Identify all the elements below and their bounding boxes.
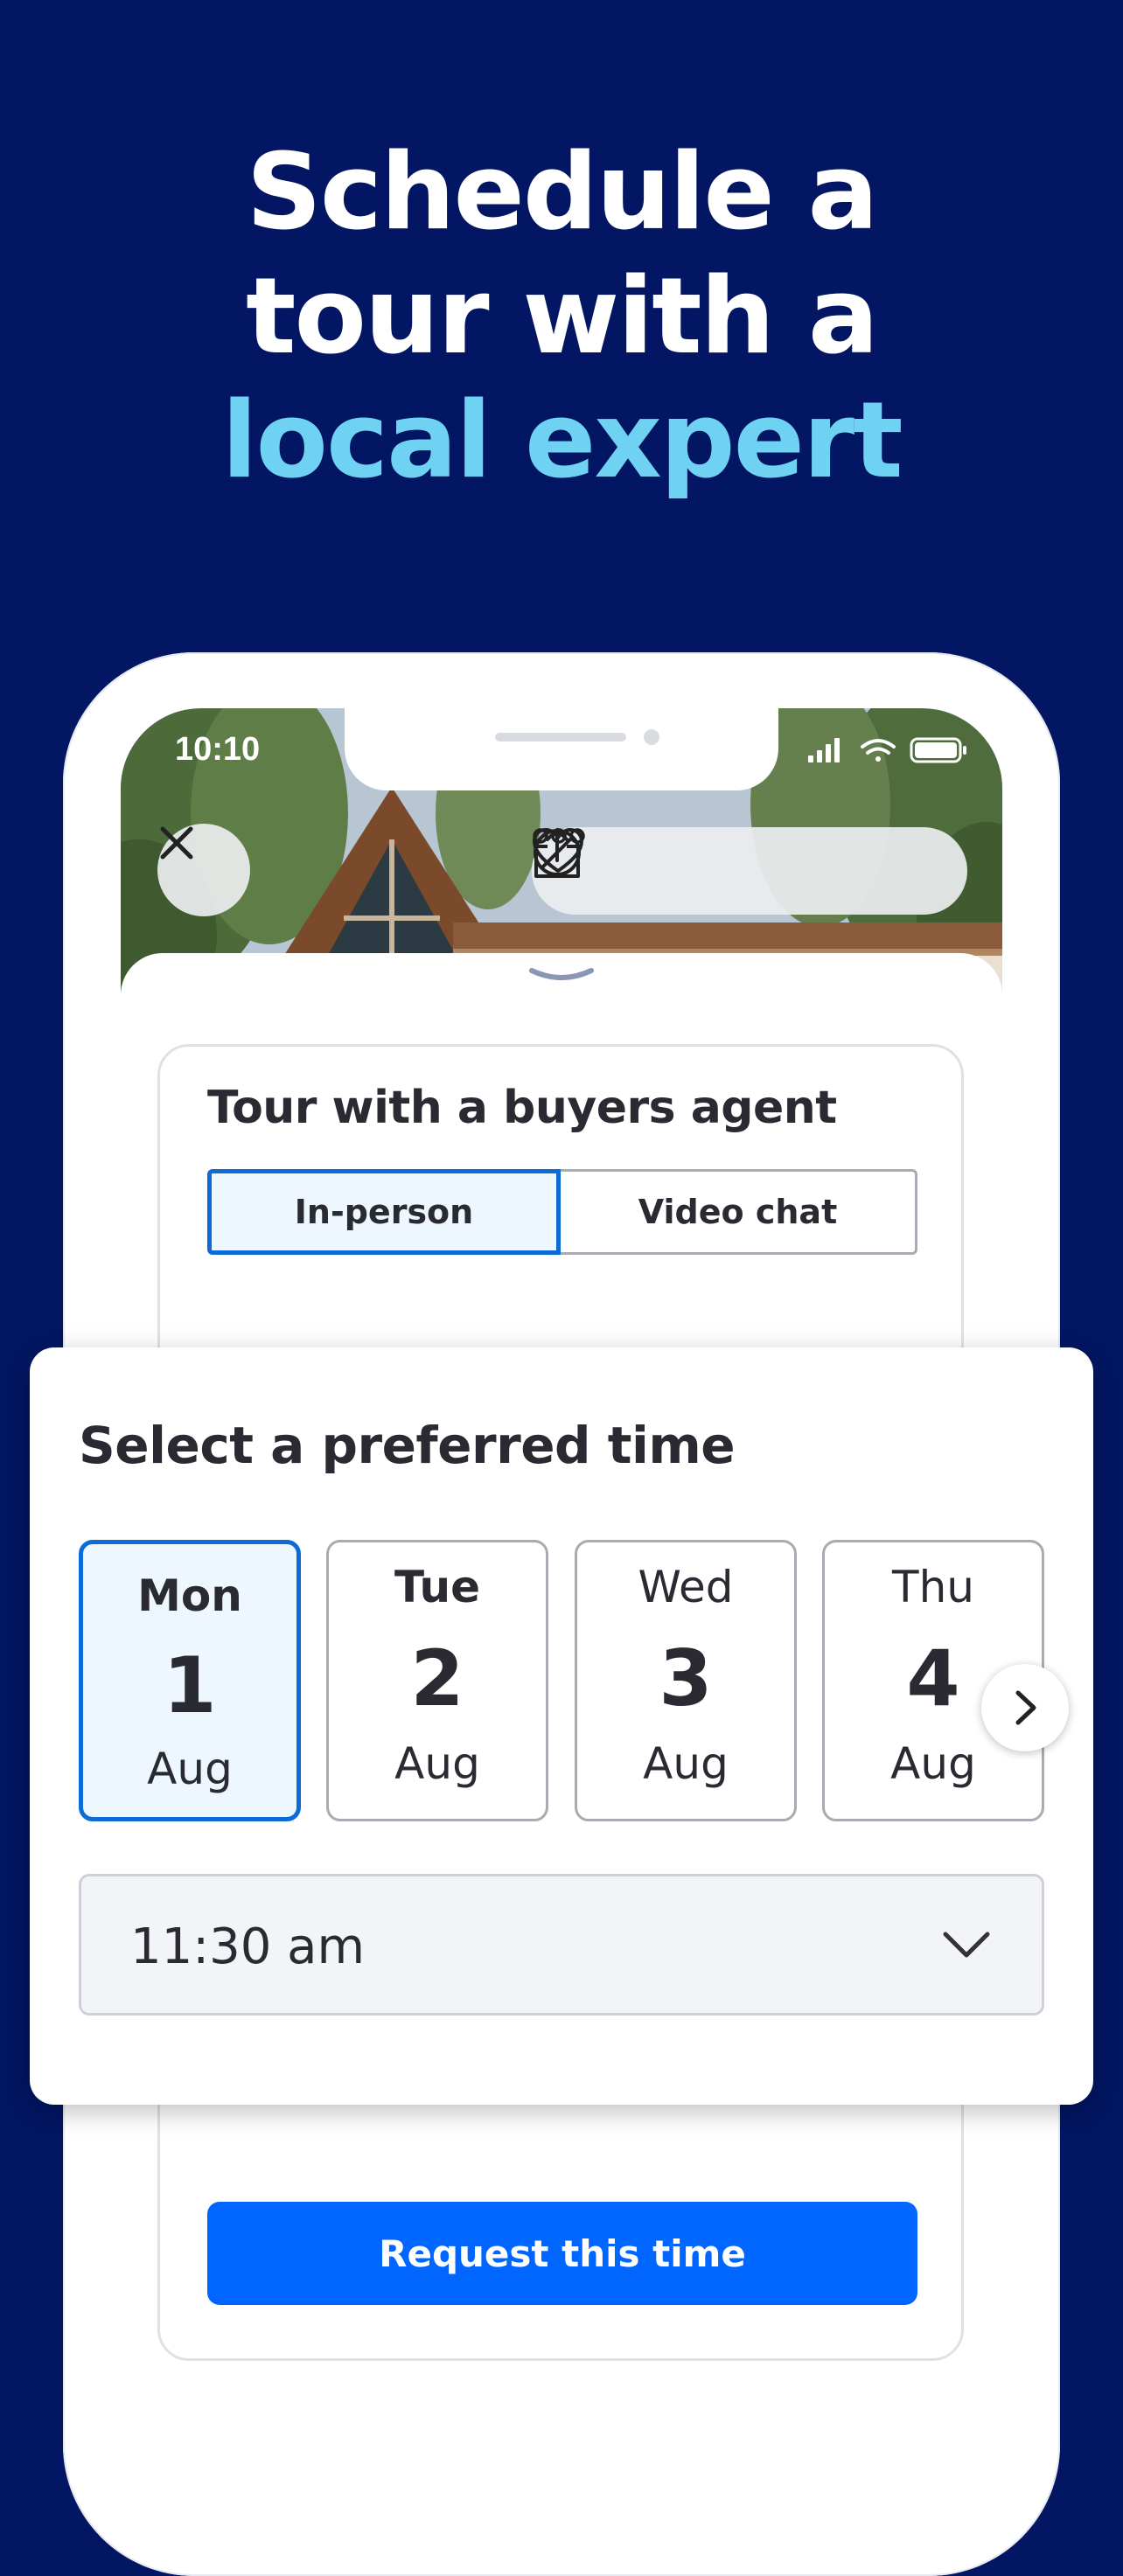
time-picker-title: Select a preferred time: [79, 1416, 736, 1475]
phone-notch: [345, 708, 778, 790]
time-dropdown-value: 11:30 am: [130, 1918, 366, 1975]
status-time: 10:10: [175, 731, 261, 768]
headline-line-1: Schedule a: [246, 132, 879, 254]
front-camera: [644, 729, 659, 745]
share-button[interactable]: [534, 828, 729, 902]
speaker-grille: [495, 733, 626, 741]
request-time-button[interactable]: Request this time: [207, 2202, 917, 2305]
day-month: Aug: [643, 1738, 729, 1789]
next-days-button[interactable]: [981, 1664, 1069, 1751]
photo-actions: [532, 827, 967, 915]
day-option[interactable]: Wed 3 Aug: [575, 1540, 797, 1821]
day-number: 3: [659, 1633, 713, 1723]
battery-icon: [910, 737, 966, 763]
in-person-option[interactable]: In-person: [207, 1169, 561, 1255]
day-option[interactable]: Mon 1 Aug: [79, 1540, 301, 1821]
headline-line-3: local expert: [221, 380, 903, 502]
headline: Schedule a tour with a local expert: [0, 131, 1123, 504]
day-of-week: Mon: [137, 1570, 242, 1621]
day-of-week: Thu: [892, 1562, 974, 1612]
more-icon: [533, 828, 585, 844]
more-button[interactable]: [533, 828, 931, 902]
headline-line-2: tour with a: [246, 256, 879, 378]
time-picker-card: Select a preferred time Mon 1 Aug Tue 2 …: [30, 1347, 1093, 2105]
status-icons: [808, 736, 974, 764]
day-month: Aug: [394, 1738, 480, 1789]
close-icon: [160, 826, 193, 860]
close-button[interactable]: [157, 824, 250, 916]
day-selector: Mon 1 Aug Tue 2 Aug Wed 3 Aug Thu 4 Aug: [79, 1540, 1076, 1821]
day-of-week: Wed: [638, 1562, 734, 1612]
day-number: 1: [163, 1640, 217, 1730]
signal-icon: [808, 738, 840, 762]
hide-button[interactable]: [534, 829, 831, 902]
time-dropdown[interactable]: 11:30 am: [79, 1874, 1044, 2016]
chevron-down-icon: [943, 1932, 990, 1958]
day-number: 2: [410, 1633, 464, 1723]
day-month: Aug: [147, 1744, 233, 1794]
day-of-week: Tue: [394, 1562, 481, 1612]
video-chat-option[interactable]: Video chat: [561, 1169, 917, 1255]
sheet-handle-icon[interactable]: [528, 965, 595, 983]
day-option[interactable]: Tue 2 Aug: [326, 1540, 548, 1821]
tour-type-toggle: In-person Video chat: [207, 1169, 917, 1255]
wifi-icon: [861, 739, 896, 762]
tour-card-title: Tour with a buyers agent: [207, 1082, 837, 1134]
chevron-right-icon: [1015, 1690, 1036, 1725]
